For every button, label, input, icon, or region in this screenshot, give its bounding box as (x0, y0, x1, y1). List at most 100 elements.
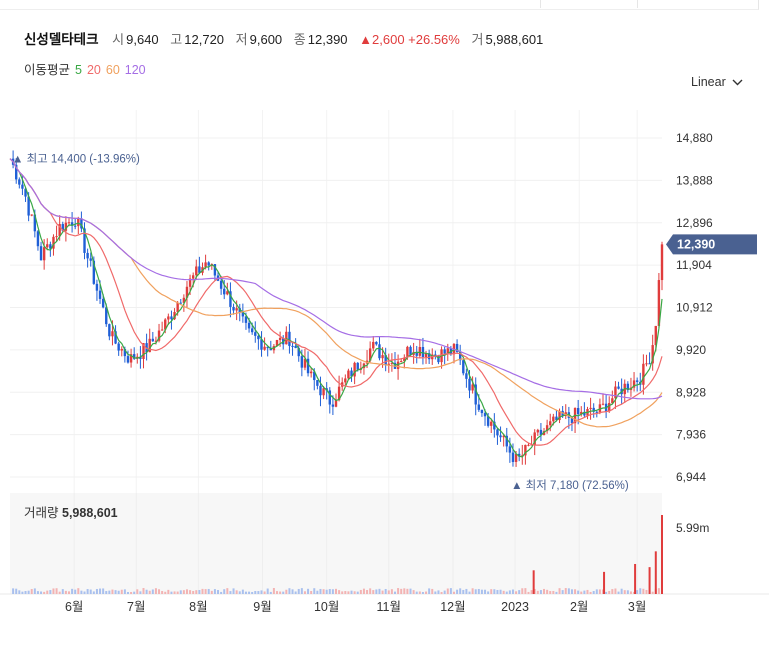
volume-bar (36, 591, 39, 594)
candle-body (170, 316, 173, 320)
candle-body (191, 275, 195, 279)
volume-bar (244, 591, 247, 594)
volume-bar (102, 588, 105, 594)
candle-body (89, 258, 92, 261)
volume-bar (257, 591, 260, 594)
volume-bar (536, 590, 539, 594)
candle-body (527, 444, 530, 446)
volume-bar (589, 591, 592, 594)
volume-bar (511, 589, 514, 594)
volume-bar (117, 590, 120, 594)
volume-bar (46, 590, 49, 594)
volume-bar (570, 589, 573, 594)
volume-bar (18, 590, 21, 594)
volume-bar (462, 589, 465, 594)
candle-body (614, 386, 617, 399)
candle-body (480, 409, 484, 414)
price-chart[interactable]: 6월 7월 8월 9월 10월 11월 12월 2023 2월 3월 14,880 13,888 12,… (0, 0, 769, 656)
x-tick-label: 6월 (65, 600, 83, 614)
volume-bar (213, 589, 216, 594)
candle-body (195, 266, 198, 276)
volume-bar (223, 589, 226, 594)
x-tick-label: 12월 (440, 600, 465, 614)
volume-bar (645, 589, 648, 594)
volume-bar (12, 588, 15, 594)
volume-bar (564, 588, 567, 594)
volume-bar (415, 591, 418, 594)
candle-body (160, 329, 164, 331)
candle-body (126, 356, 130, 363)
volume-bar (449, 588, 452, 594)
volume-bar (189, 590, 192, 594)
volume-bar (235, 590, 238, 594)
volume-bar (626, 590, 629, 594)
volume-bar (530, 590, 533, 594)
candle-body (167, 316, 170, 320)
volume-bar (86, 589, 89, 594)
y-tick-label: 8,928 (676, 385, 706, 399)
volume-bar (421, 591, 424, 594)
volume-bar (167, 589, 170, 594)
candle-body (468, 378, 471, 391)
volume-bar (518, 590, 521, 594)
volume-bar (279, 591, 282, 594)
volume-bar (220, 591, 223, 594)
volume-bar (108, 590, 111, 594)
volume-title: 거래량 (24, 506, 59, 520)
candle-body (421, 347, 425, 358)
volume-bar (378, 588, 381, 594)
volume-bar (583, 590, 586, 594)
volume-bar (477, 588, 480, 594)
volume-bar (120, 589, 123, 594)
volume-bar (80, 590, 83, 594)
candle-body (576, 407, 580, 415)
candle-body (288, 331, 291, 346)
volume-bar (92, 591, 95, 594)
volume-bar (40, 591, 43, 594)
volume-bar (83, 591, 86, 594)
y-tick-label: 12,896 (676, 216, 713, 230)
ma60-line (9, 158, 663, 428)
volume-bar (179, 590, 182, 594)
volume-bar (459, 588, 462, 594)
candle-body (77, 218, 80, 227)
candle-body (204, 262, 207, 268)
volume-bar (605, 591, 608, 594)
candle-body (499, 435, 502, 438)
volume-bar (130, 591, 133, 594)
volume-bar (43, 591, 46, 594)
candle-body (294, 345, 297, 349)
volume-bar (126, 591, 129, 594)
volume-bar (502, 590, 505, 594)
volume-bar (164, 591, 167, 594)
candle-body (18, 179, 21, 185)
y-tick-label: 13,888 (676, 173, 713, 187)
volume-bar (285, 589, 288, 594)
volume-bar (474, 589, 477, 594)
volume-bar (207, 588, 210, 594)
volume-bar (356, 591, 359, 594)
volume-bar (468, 591, 471, 594)
volume-bar (61, 589, 64, 594)
volume-bar (608, 590, 611, 594)
volume-bar (434, 591, 437, 594)
volume-bar (661, 515, 663, 594)
volume-bar (634, 563, 637, 594)
volume-bar (586, 589, 589, 594)
volume-bar (105, 591, 108, 594)
volume-bar (33, 588, 36, 594)
volume-bar (269, 591, 272, 594)
volume-bar (151, 589, 154, 594)
volume-bar (611, 589, 614, 594)
volume-bar (390, 589, 393, 594)
volume-bar (505, 591, 508, 594)
volume-bar (366, 589, 369, 594)
volume-bar (642, 588, 645, 594)
volume-bar (139, 591, 142, 594)
volume-bar (580, 591, 583, 594)
volume-bar (493, 589, 496, 594)
volume-bar (52, 588, 55, 594)
volume-bar (248, 591, 251, 594)
y-tick-label: 7,936 (676, 428, 706, 442)
candle-body (300, 356, 304, 368)
